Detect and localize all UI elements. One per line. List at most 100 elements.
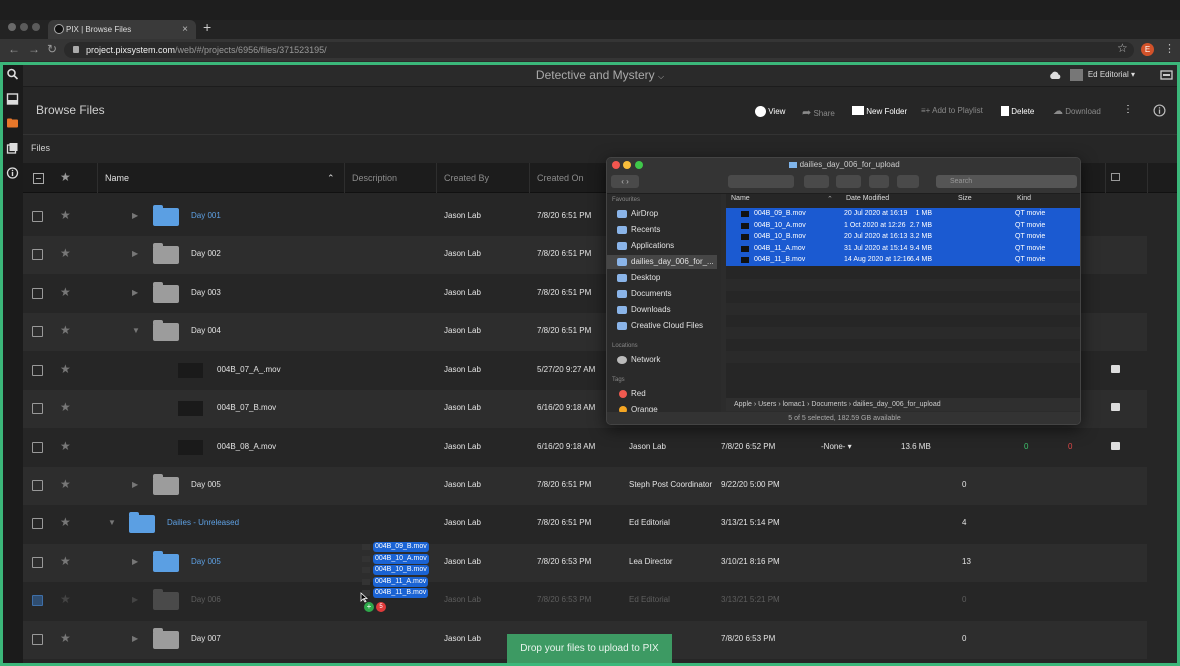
finder-sidebar-item[interactable]: Documents (607, 287, 717, 301)
comment-icon[interactable] (1111, 442, 1120, 450)
finder-sidebar-item[interactable]: Desktop (607, 271, 717, 285)
window-close-button[interactable] (8, 23, 16, 31)
row-checkbox[interactable] (32, 634, 43, 645)
sort-ascending-icon[interactable]: ⌃ (327, 173, 335, 184)
user-menu[interactable]: Ed Editorial ▾ (1088, 70, 1135, 79)
finder-tag-item[interactable]: Red (607, 387, 717, 401)
finder-sidebar-item[interactable]: Downloads (607, 303, 717, 317)
finder-col-date[interactable]: Date Modified (846, 195, 889, 202)
new-folder-button[interactable]: New Folder (852, 106, 907, 116)
row-checkbox[interactable] (32, 403, 43, 414)
row-name[interactable]: 004B_07_A_.mov (217, 365, 281, 374)
finder-sidebar-item[interactable]: Recents (607, 223, 717, 237)
user-avatar[interactable] (1070, 69, 1083, 81)
name-column-header[interactable]: Name (105, 173, 129, 183)
finder-minimize-button[interactable] (623, 161, 631, 169)
profile-avatar[interactable]: E (1141, 43, 1154, 56)
row-checkbox[interactable] (32, 518, 43, 529)
row-checkbox[interactable] (32, 480, 43, 491)
delete-button[interactable]: Delete (1001, 106, 1034, 116)
finder-path-bar[interactable]: Apple › Users › lomac1 › Documents › dai… (726, 398, 1080, 411)
row-name[interactable]: Day 002 (191, 249, 221, 258)
cloud-upload-icon[interactable] (1049, 71, 1061, 80)
view-mode-segmented[interactable] (728, 175, 794, 188)
favorite-star-icon[interactable]: ★ (60, 208, 71, 222)
finder-sidebar-item[interactable]: dailies_day_006_for_... (607, 255, 717, 269)
favorite-star-icon[interactable]: ★ (60, 592, 71, 606)
add-to-playlist-button[interactable]: ≡+ Add to Playlist (921, 106, 983, 115)
folder-icon[interactable] (6, 117, 19, 129)
url-field[interactable]: project.pixsystem.com/web/#/projects/695… (64, 42, 1134, 58)
favorite-star-icon[interactable]: ★ (60, 246, 71, 260)
browser-tab[interactable]: PIX | Browse Files × (48, 20, 196, 39)
table-row[interactable]: ★ ▼ Dailies - Unreleased Jason Lab 7/8/20 6:… (23, 505, 1147, 543)
favorite-star-icon[interactable]: ★ (60, 400, 71, 414)
window-minimize-button[interactable] (20, 23, 28, 31)
row-name[interactable]: Day 005 (191, 480, 221, 489)
group-by-button[interactable] (804, 175, 829, 188)
info-icon[interactable] (1153, 104, 1166, 117)
forward-icon[interactable]: → (28, 42, 40, 56)
row-name[interactable]: 004B_08_A.mov (217, 442, 276, 451)
table-row[interactable]: ★ ▶ Day 005 Jason Lab 7/8/20 6:51 PM Steph Po… (23, 467, 1147, 505)
row-name[interactable]: Day 001 (191, 211, 221, 220)
finder-col-size[interactable]: Size (958, 195, 972, 202)
row-name[interactable]: Day 005 (191, 557, 221, 566)
favorite-star-icon[interactable]: ★ (60, 362, 71, 376)
comment-icon[interactable] (1111, 365, 1120, 373)
finder-close-button[interactable] (612, 161, 620, 169)
row-checkbox[interactable] (32, 249, 43, 260)
close-tab-icon[interactable]: × (182, 20, 188, 39)
favorite-star-icon[interactable]: ★ (60, 477, 71, 491)
row-name[interactable]: 004B_07_B.mov (217, 403, 276, 412)
select-all-checkbox[interactable] (33, 173, 44, 184)
expand-chevron-icon[interactable]: ▶ (132, 211, 138, 220)
collapse-chevron-icon[interactable]: ▼ (132, 326, 140, 335)
row-checkbox[interactable] (32, 211, 43, 222)
finder-sidebar-item[interactable]: AirDrop (607, 207, 717, 221)
more-options-icon[interactable]: ⋮ (1123, 104, 1133, 115)
expand-chevron-icon[interactable]: ▶ (132, 249, 138, 258)
favorite-star-icon[interactable]: ★ (60, 439, 71, 453)
finder-location-item[interactable]: Network (607, 353, 717, 367)
finder-file-row[interactable]: 004B_09_B.mov 20 Jul 2020 at 16:19 1 MB QT … (726, 208, 1080, 220)
table-row[interactable]: ★ ▶ Day 006 Jason Lab 7/8/20 6:53 PM Ed Edito… (23, 582, 1147, 620)
reload-icon[interactable]: ↻ (47, 42, 57, 56)
row-checkbox[interactable] (32, 442, 43, 453)
action-gear-icon[interactable] (836, 175, 861, 188)
row-checkbox[interactable] (32, 595, 43, 606)
finder-file-row[interactable]: 004B_11_B.mov 14 Aug 2020 at 12:16 6.4 MB Q… (726, 254, 1080, 267)
finder-col-name[interactable]: Name (731, 195, 750, 202)
finder-search-input[interactable]: Search (936, 175, 1077, 188)
finder-sidebar-item[interactable]: Creative Cloud Files (607, 319, 717, 333)
inbox-icon[interactable] (6, 93, 19, 105)
row-checkbox[interactable] (32, 326, 43, 337)
tag-icon[interactable] (897, 175, 919, 188)
screen-icon[interactable] (1160, 70, 1173, 81)
finder-file-row[interactable]: 004B_11_A.mov 31 Jul 2020 at 15:14 9.4 MB Q… (726, 242, 1080, 255)
row-checkbox[interactable] (32, 365, 43, 376)
row-name[interactable]: Day 004 (191, 326, 221, 335)
table-row[interactable]: ★ 004B_08_A.mov Jason Lab 6/16/20 9:18 AM Ja… (23, 429, 1147, 467)
media-library-icon[interactable] (6, 142, 19, 154)
info-icon[interactable] (6, 167, 19, 179)
collapse-chevron-icon[interactable]: ▼ (108, 518, 116, 527)
finder-col-kind[interactable]: Kind (1017, 195, 1031, 202)
favorite-star-icon[interactable]: ★ (60, 554, 71, 568)
back-icon[interactable]: ← (8, 42, 20, 56)
bookmark-star-icon[interactable]: ☆ (1117, 41, 1128, 55)
finder-back-forward[interactable]: ‹ › (611, 175, 639, 188)
browser-menu-icon[interactable]: ⋮ (1164, 42, 1175, 55)
favorite-star-icon[interactable]: ★ (60, 285, 71, 299)
share-button[interactable]: ➦ Share (802, 106, 835, 119)
finder-file-row[interactable]: 004B_10_B.mov 20 Jul 2020 at 16:13 3.2 MB Q… (726, 231, 1080, 244)
window-zoom-button[interactable] (32, 23, 40, 31)
favorite-star-icon[interactable]: ★ (60, 631, 71, 645)
finder-title-bar[interactable]: dailies_day_006_for_upload (607, 158, 1080, 172)
description-column-header[interactable]: Description (352, 173, 397, 183)
row-checkbox[interactable] (32, 557, 43, 568)
project-title[interactable]: Detective and Mystery ⌵ (23, 68, 1177, 82)
finder-zoom-button[interactable] (635, 161, 643, 169)
finder-file-row[interactable]: 004B_10_A.mov 1 Oct 2020 at 12:26 2.7 MB QT… (726, 219, 1080, 232)
favorite-star-icon[interactable]: ★ (60, 323, 71, 337)
